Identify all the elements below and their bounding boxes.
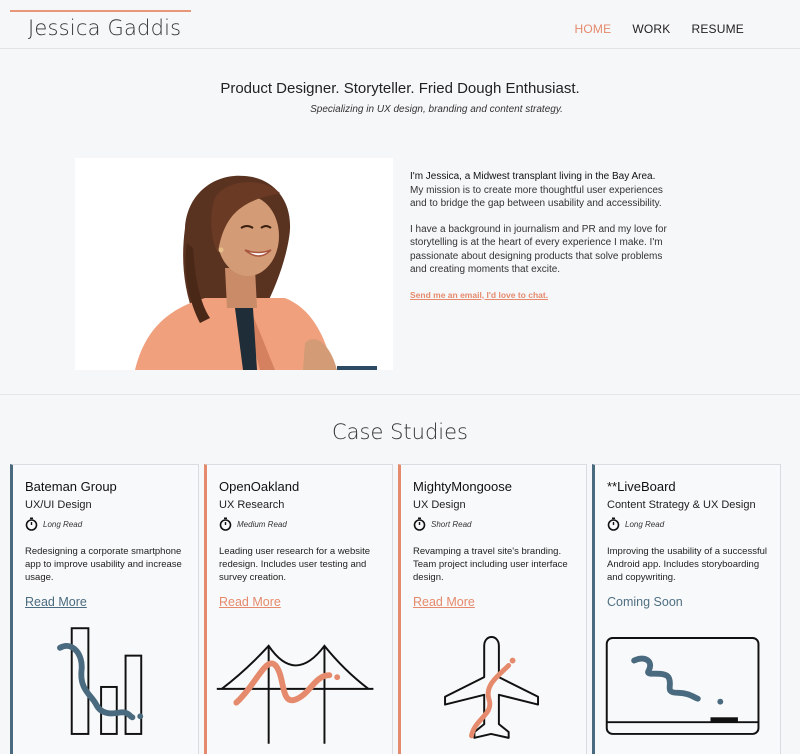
card-description: Improving the usability of a successful … [607,546,767,583]
card-description: Revamping a travel site's branding. Team… [413,546,568,583]
case-study-card-bateman[interactable]: Bateman Group UX/UI Design Long Read Red… [10,464,199,754]
card-read-time: Long Read [25,517,82,531]
hero-subtagline: Specializing in UX design, branding and … [310,104,563,115]
case-study-card-liveboard[interactable]: **LiveBoard Content Strategy & UX Design… [592,464,781,754]
bar-chart-illustration [57,627,144,735]
card-role: UX Design [413,499,466,511]
card-title: Bateman Group [25,479,117,494]
laptop-illustration [605,637,760,735]
card-role: UX/UI Design [25,499,92,511]
intro-paragraph-1: I'm Jessica, a Midwest transplant living… [410,170,668,211]
stopwatch-icon [219,517,232,531]
hero-tagline: Product Designer. Storyteller. Fried Dou… [220,80,580,97]
card-read-label: Medium Read [237,519,287,529]
stopwatch-icon [413,517,426,531]
nav-work[interactable]: WORK [632,22,670,36]
case-study-card-mightymongoose[interactable]: MightyMongoose UX Design Short Read Reva… [398,464,587,754]
email-link[interactable]: Send me an email, I'd love to chat. [410,289,548,303]
card-role: Content Strategy & UX Design [607,499,756,511]
card-title: MightyMongoose [413,479,512,494]
airplane-illustration [444,636,540,739]
case-study-card-openoakland[interactable]: OpenOakland UX Research Medium Read Lead… [204,464,393,754]
card-description: Redesigning a corporate smartphone app t… [25,546,182,583]
intro-lead: I'm Jessica, a Midwest transplant living… [410,171,656,182]
nav-home[interactable]: HOME [575,22,612,36]
card-description: Leading user research for a website rede… [219,546,371,583]
bridge-illustration [216,644,374,744]
nav-resume[interactable]: RESUME [691,22,744,36]
section-divider [0,394,800,395]
intro-mission: My mission is to create more thoughtful … [410,184,663,210]
read-more-link[interactable]: Read More [219,595,281,609]
card-title: OpenOakland [219,479,300,494]
case-studies-title: Case Studies [332,420,468,444]
main-nav: HOME WORK RESUME [575,22,745,36]
card-read-time: Short Read [413,517,471,531]
site-title[interactable]: Jessica Gaddis [28,16,181,40]
header-accent-rule [10,10,191,12]
card-read-time: Long Read [607,517,664,531]
site-header: Jessica Gaddis HOME WORK RESUME [0,0,800,49]
stopwatch-icon [607,517,620,531]
card-read-label: Long Read [43,519,83,529]
card-title: **LiveBoard [607,479,676,494]
stopwatch-icon [25,517,38,531]
card-read-time: Medium Read [219,517,287,531]
read-more-link[interactable]: Read More [25,595,87,609]
portrait-photo [75,158,393,370]
card-read-label: Long Read [625,519,665,529]
card-read-label: Short Read [431,519,472,529]
coming-soon-label: Coming Soon [607,595,683,609]
read-more-link[interactable]: Read More [413,595,475,609]
card-role: UX Research [219,499,285,511]
intro-text: I'm Jessica, a Midwest transplant living… [410,170,668,302]
intro-paragraph-2: I have a background in journalism and PR… [410,223,667,276]
